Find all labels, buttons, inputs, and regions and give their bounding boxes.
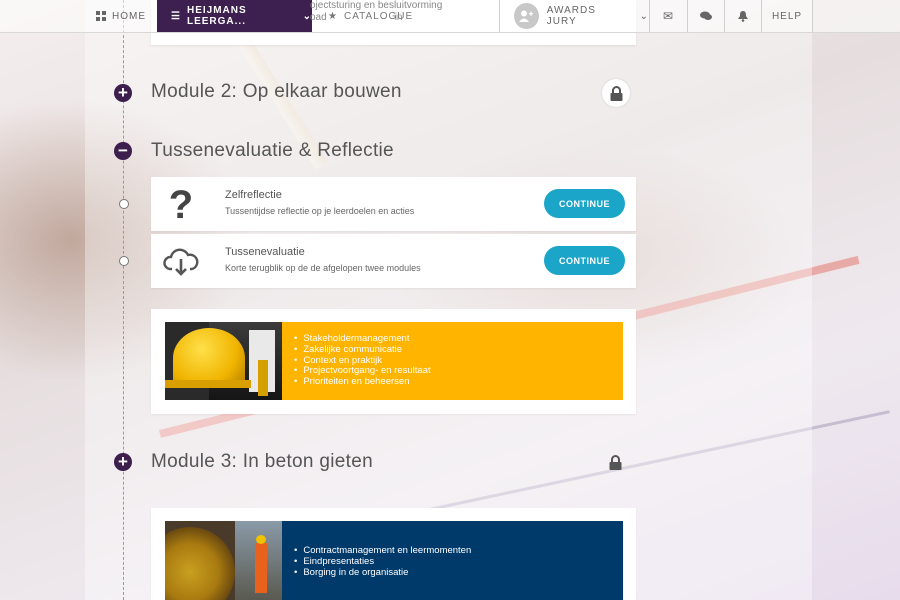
topics-card: Contractmanagement en leermomenten Eindp… [151,508,636,600]
top-navigation: HOME ☰ HEIJMANS LEERGA... ⌄ ★ CATALOGUE … [0,0,900,33]
topics-banner: Stakeholdermanagement Zakelijke communic… [165,322,623,400]
continue-button[interactable]: CONTINUE [544,246,625,275]
topics-card: Stakeholdermanagement Zakelijke communic… [151,309,636,414]
module-lock [602,79,630,107]
lesson-title: Tussenevaluatie [225,246,305,258]
topics-list: Stakeholdermanagement Zakelijke communic… [282,322,623,400]
topic-item: Zakelijke communicatie [294,344,623,356]
chat-button[interactable] [687,0,725,32]
topic-item: Eindpresentaties [294,556,623,568]
plus-icon: + [118,452,128,471]
module-collapse-toggle[interactable]: − [114,142,132,160]
topics-banner: Contractmanagement en leermomenten Eindp… [165,521,623,600]
topic-item: Borging in de organisatie [294,567,623,579]
chevron-down-icon: ⌄ [639,10,649,22]
add-user-icon [519,10,534,22]
module-title[interactable]: Module 3: In beton gieten [151,451,373,473]
envelope-icon: ✉ [662,9,675,23]
module-expand-toggle[interactable]: + [114,453,132,471]
help-link[interactable]: HELP [762,0,813,32]
cloud-download-icon [161,242,201,282]
nav-user-label: AWARDS JURY [546,5,596,27]
messages-button[interactable]: ✉ [650,0,688,32]
overlay-text-line: ojectsturing en besluitvorming [310,0,443,11]
minus-icon: − [118,141,128,160]
module-lock [605,452,625,472]
overlay-text-part: in [394,12,403,23]
lesson-title: Zelfreflectie [225,189,282,201]
overlay-text-line: oad in [310,12,450,24]
menu-icon: ☰ [171,10,181,22]
chat-icon [699,11,712,20]
plus-icon: + [118,83,128,102]
nav-home[interactable]: HOME [85,0,158,32]
topic-item: Prioriteiten en beheersen [294,376,623,388]
bell-icon [737,10,748,22]
lesson-card[interactable]: Tussenevaluatie Korte terugblik op de de… [151,234,636,288]
helmet-photo [165,322,282,400]
nav-home-label: HOME [112,10,146,22]
nav-user-menu[interactable]: AWARDS JURY ⌄ [500,0,650,32]
continue-button[interactable]: CONTINUE [544,189,625,218]
lesson-subtitle: Korte terugblik op de de afgelopen twee … [225,263,421,273]
nav-course-label: HEIJMANS LEERGA... [186,5,247,27]
avatar [514,3,539,29]
help-label: HELP [771,10,803,22]
nav-course-dropdown[interactable]: ☰ HEIJMANS LEERGA... ⌄ [157,0,312,32]
previous-module-text: ojectsturing en besluitvorming oad in [310,0,450,24]
lock-icon [610,85,622,101]
lock-icon [609,454,621,470]
notifications-button[interactable] [724,0,762,32]
lesson-node [119,199,129,209]
question-mark-icon: ? [168,183,194,227]
module-expand-toggle[interactable]: + [114,84,132,102]
grid-icon [96,11,106,21]
module-title[interactable]: Tussenevaluatie & Reflectie [151,140,394,162]
module-title[interactable]: Module 2: Op elkaar bouwen [151,81,402,103]
lesson-subtitle: Tussentijdse reflectie op je leerdoelen … [225,206,415,216]
lesson-card[interactable]: ? Zelfreflectie Tussentijdse reflectie o… [151,177,636,231]
topics-list: Contractmanagement en leermomenten Eindp… [282,521,623,600]
tunnel-machine-photo [165,521,282,600]
lesson-node [119,256,129,266]
overlay-text-part: oad [310,12,327,23]
